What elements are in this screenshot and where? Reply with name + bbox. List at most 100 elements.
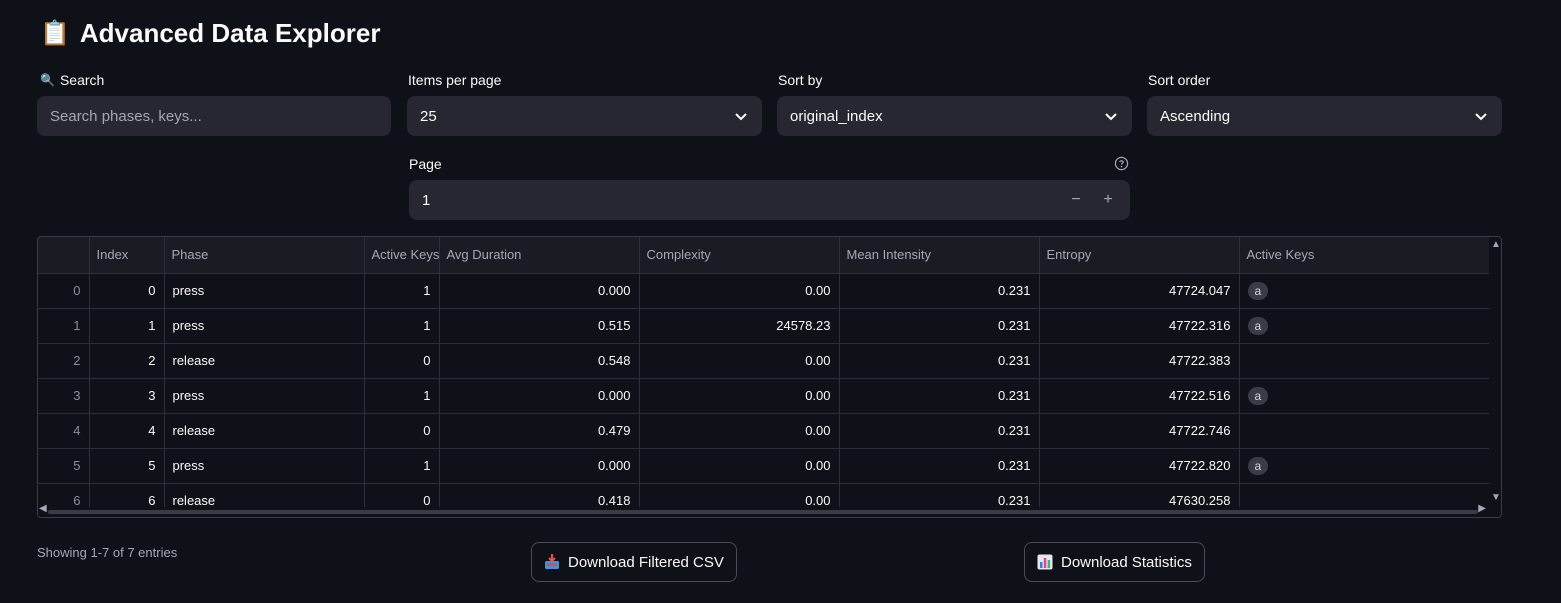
sort-by-value: original_index: [790, 107, 883, 125]
table-cell[interactable]: 0.00: [639, 448, 840, 484]
inbox-tray-icon: [545, 554, 559, 569]
column-header[interactable]: Active Keys: [1239, 237, 1491, 274]
column-header[interactable]: Avg Duration: [439, 237, 640, 274]
scroll-right-icon[interactable]: ▶: [1478, 503, 1486, 514]
table-cell[interactable]: release: [164, 413, 365, 449]
table-cell[interactable]: 0.231: [839, 343, 1040, 379]
table-row[interactable]: 3 3 press 1 0.000 0.00 0.231 47722.516 a: [38, 378, 1491, 414]
table-cell[interactable]: 0.231: [839, 308, 1040, 344]
search-input[interactable]: Search phases, keys...: [37, 96, 391, 136]
table-row[interactable]: 4 4 release 0 0.479 0.00 0.231 47722.746: [38, 413, 1491, 449]
table-cell[interactable]: 47722.316: [1039, 308, 1240, 344]
table-cell[interactable]: press: [164, 308, 365, 344]
clipboard-icon: 📋: [40, 20, 70, 47]
sort-order-select[interactable]: Ascending: [1147, 96, 1502, 136]
table-cell[interactable]: 0.515: [439, 308, 640, 344]
table-cell[interactable]: 1: [364, 378, 440, 414]
column-header[interactable]: Complexity: [639, 237, 840, 274]
increment-button[interactable]: +: [1099, 191, 1117, 209]
help-icon[interactable]: [1114, 156, 1129, 171]
sort-order-label: Sort order: [1148, 72, 1211, 88]
table-cell[interactable]: 2: [89, 343, 165, 379]
table-cell[interactable]: 0.231: [839, 378, 1040, 414]
key-tag: a: [1247, 456, 1269, 475]
table-cell[interactable]: [1239, 413, 1491, 449]
table-cell[interactable]: 5: [89, 448, 165, 484]
app-root: 📋 Advanced Data Explorer 🔍 Search Search…: [0, 0, 1561, 603]
column-header[interactable]: Entropy: [1039, 237, 1240, 274]
table-cell[interactable]: 0: [89, 273, 165, 309]
search-label-text: Search: [59, 72, 105, 88]
table-cell[interactable]: press: [164, 273, 365, 309]
table-row[interactable]: 2 2 release 0 0.548 0.00 0.231 47722.383: [38, 343, 1491, 379]
table-cell[interactable]: 0.548: [439, 343, 640, 379]
table-cell[interactable]: release: [164, 343, 365, 379]
decrement-button[interactable]: −: [1067, 191, 1085, 209]
table-cell[interactable]: 1: [364, 308, 440, 344]
scroll-left-icon[interactable]: ◀: [39, 503, 47, 514]
column-header[interactable]: Mean Intensity: [839, 237, 1040, 274]
table-cell[interactable]: 0.00: [639, 378, 840, 414]
table-cell[interactable]: 3: [89, 378, 165, 414]
table-cell[interactable]: 0.231: [839, 448, 1040, 484]
items-per-page-label: Items per page: [408, 72, 502, 88]
table-cell[interactable]: 47722.383: [1039, 343, 1240, 379]
table-cell[interactable]: 47722.746: [1039, 413, 1240, 449]
table-cell[interactable]: [1239, 343, 1491, 379]
table-cell[interactable]: 0.479: [439, 413, 640, 449]
table-cell[interactable]: 47722.516: [1039, 378, 1240, 414]
data-table: Index Phase Active Keys Avg Duration Com…: [38, 237, 1491, 517]
table-cell[interactable]: 1: [364, 273, 440, 309]
vertical-scrollbar[interactable]: ▲ ▼: [1489, 237, 1501, 517]
row-index-cell[interactable]: 3: [38, 378, 90, 414]
table-cell[interactable]: 47724.047: [1039, 273, 1240, 309]
row-index-cell[interactable]: 0: [38, 273, 90, 309]
page-number-input[interactable]: 1 − +: [409, 180, 1130, 220]
sort-by-label: Sort by: [778, 72, 823, 88]
table-cell[interactable]: a: [1239, 448, 1491, 484]
table-cell[interactable]: 1: [89, 308, 165, 344]
table-row[interactable]: 5 5 press 1 0.000 0.00 0.231 47722.820 a: [38, 448, 1491, 484]
data-grid[interactable]: Index Phase Active Keys Avg Duration Com…: [37, 236, 1502, 518]
horizontal-scrollbar[interactable]: ◀ ▶: [38, 503, 1490, 517]
table-row[interactable]: 0 0 press 1 0.000 0.00 0.231 47724.047 a: [38, 273, 1491, 309]
table-cell[interactable]: press: [164, 378, 365, 414]
table-cell[interactable]: 24578.23: [639, 308, 840, 344]
download-csv-button[interactable]: Download Filtered CSV: [531, 542, 737, 582]
table-cell[interactable]: 0: [364, 343, 440, 379]
column-header[interactable]: Index: [89, 237, 165, 274]
table-cell[interactable]: 0.00: [639, 413, 840, 449]
column-header[interactable]: [38, 237, 90, 274]
table-cell[interactable]: 1: [364, 448, 440, 484]
table-cell[interactable]: 0: [364, 413, 440, 449]
page-title: 📋 Advanced Data Explorer: [40, 18, 380, 49]
row-index-cell[interactable]: 5: [38, 448, 90, 484]
table-cell[interactable]: 0.000: [439, 273, 640, 309]
table-cell[interactable]: 4: [89, 413, 165, 449]
column-header[interactable]: Active Keys: [364, 237, 440, 274]
table-cell[interactable]: 0.231: [839, 273, 1040, 309]
items-per-page-select[interactable]: 25: [407, 96, 762, 136]
row-index-cell[interactable]: 1: [38, 308, 90, 344]
table-cell[interactable]: 0.00: [639, 343, 840, 379]
download-stats-button[interactable]: Download Statistics: [1024, 542, 1205, 582]
scrollbar-thumb[interactable]: [48, 510, 1478, 514]
scroll-up-icon[interactable]: ▲: [1491, 239, 1501, 250]
table-cell[interactable]: a: [1239, 308, 1491, 344]
row-index-cell[interactable]: 2: [38, 343, 90, 379]
table-cell[interactable]: a: [1239, 273, 1491, 309]
table-cell[interactable]: 0.00: [639, 273, 840, 309]
sort-by-select[interactable]: original_index: [777, 96, 1132, 136]
table-cell[interactable]: 0.000: [439, 448, 640, 484]
table-cell[interactable]: 47722.820: [1039, 448, 1240, 484]
column-header[interactable]: Phase: [164, 237, 365, 274]
table-row[interactable]: 1 1 press 1 0.515 24578.23 0.231 47722.316 a: [38, 308, 1491, 344]
table-cell[interactable]: 0.000: [439, 378, 640, 414]
table-cell[interactable]: a: [1239, 378, 1491, 414]
page-number-value: 1: [422, 191, 431, 209]
scroll-down-icon[interactable]: ▼: [1491, 492, 1501, 503]
table-cell[interactable]: press: [164, 448, 365, 484]
search-label: 🔍 Search: [40, 72, 104, 88]
row-index-cell[interactable]: 4: [38, 413, 90, 449]
table-cell[interactable]: 0.231: [839, 413, 1040, 449]
